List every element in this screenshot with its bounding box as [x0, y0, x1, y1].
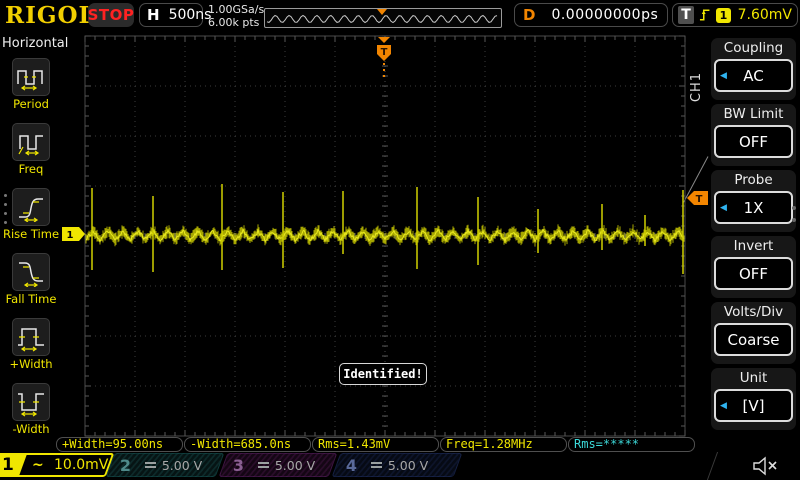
menu-item-minus-width[interactable]: -Width [0, 383, 62, 436]
period-icon [16, 62, 46, 92]
measurement-minus-width: -Width=685.0ns [184, 437, 311, 452]
channel-1-scale: 10.0mV [54, 457, 108, 473]
channel-status-bar: 1 ~ 10.0mV 2 5.00 V 3 5.00 V 4 5.00 V [0, 452, 800, 480]
measurement-rms-ch2: Rms=***** [568, 437, 695, 452]
dc-coupling-icon [145, 462, 156, 468]
trigger-label: T [678, 6, 694, 24]
scroll-indicator-dots [792, 206, 796, 222]
plus-width-icon [16, 322, 46, 352]
svg-text:T: T [381, 47, 388, 58]
dc-coupling-icon [258, 462, 269, 468]
menu-item-probe[interactable]: Probe 1X [711, 170, 796, 232]
oscilloscope-screen: RIGOL STOP H 500ns 1.00GSa/s 6.00k pts D… [0, 0, 800, 480]
dc-coupling-icon [371, 462, 382, 468]
menu-item-unit[interactable]: Unit [V] [711, 368, 796, 430]
minus-width-icon [16, 387, 46, 417]
left-arrow-icon [720, 203, 727, 213]
timebase-label: H [147, 6, 160, 24]
run-state-badge[interactable]: STOP [88, 3, 134, 27]
timebase-box[interactable]: H 500ns [139, 3, 203, 27]
channel-1-status[interactable]: 1 ~ 10.0mV [0, 453, 114, 477]
measurement-rms: Rms=1.43mV [312, 437, 439, 452]
trigger-level-value: 7.60mV [738, 7, 792, 23]
left-menu-title: Horizontal [2, 36, 68, 51]
channel-3-status[interactable]: 3 5.00 V [219, 453, 338, 477]
horizontal-measure-menu: Horizontal Period Freq Rise Time [0, 32, 62, 452]
delay-box[interactable]: D 0.00000000ps [514, 3, 668, 27]
delay-value: 0.00000000ps [551, 7, 658, 23]
menu-item-freq[interactable]: Freq [0, 123, 62, 176]
acquisition-info: 1.00GSa/s 6.00k pts [208, 3, 264, 29]
menu-item-invert[interactable]: Invert OFF [711, 236, 796, 298]
channel-menu-tab: CH1 [689, 72, 704, 102]
timebase-value: 500ns [169, 7, 212, 23]
rising-edge-icon [699, 6, 711, 24]
menu-item-coupling[interactable]: Coupling AC [711, 38, 796, 100]
status-bar-divider [707, 452, 718, 480]
delay-label: D [523, 6, 535, 24]
scroll-indicator-dots [4, 194, 7, 224]
menu-item-fall-time[interactable]: Fall Time [0, 253, 62, 306]
frequency-icon [16, 127, 46, 157]
menu-item-plus-width[interactable]: +Width [0, 318, 62, 371]
channel-4-status[interactable]: 4 5.00 V [332, 453, 463, 477]
graticule-and-trace: T1T [0, 32, 800, 452]
channel-3-scale: 5.00 V [275, 458, 315, 473]
channel-menu: CH1 Coupling AC BW Limit OFF Probe 1X In… [688, 32, 800, 452]
speaker-muted-icon[interactable] [752, 456, 782, 476]
trigger-source-badge: 1 [716, 8, 730, 23]
waveform-preview[interactable] [264, 8, 502, 28]
menu-tab-divider [683, 156, 708, 202]
fall-time-icon [16, 257, 46, 287]
measurement-plus-width: +Width=95.00ns [56, 437, 183, 452]
channel-2-scale: 5.00 V [162, 458, 202, 473]
menu-item-bw-limit[interactable]: BW Limit OFF [711, 104, 796, 166]
trigger-box[interactable]: T 1 7.60mV [672, 3, 798, 27]
ac-coupling-icon: ~ [32, 457, 44, 473]
identified-popup: Identified! [339, 363, 427, 385]
menu-item-period[interactable]: Period [0, 58, 62, 111]
rise-time-icon [16, 192, 46, 222]
sample-rate: 1.00GSa/s [208, 3, 264, 16]
menu-item-volts-div[interactable]: Volts/Div Coarse [711, 302, 796, 364]
memory-depth: 6.00k pts [208, 16, 264, 29]
left-arrow-icon [720, 401, 727, 411]
menu-item-rise-time[interactable]: Rise Time [0, 188, 62, 241]
svg-text:1: 1 [67, 230, 74, 241]
left-arrow-icon [720, 71, 727, 81]
rigol-logo: RIGOL [5, 2, 96, 29]
channel-4-scale: 5.00 V [388, 458, 428, 473]
channel-2-status[interactable]: 2 5.00 V [106, 453, 225, 477]
measurement-freq: Freq=1.28MHz [440, 437, 567, 452]
preview-trace [265, 9, 501, 27]
top-status-bar: RIGOL STOP H 500ns 1.00GSa/s 6.00k pts D… [0, 0, 800, 32]
